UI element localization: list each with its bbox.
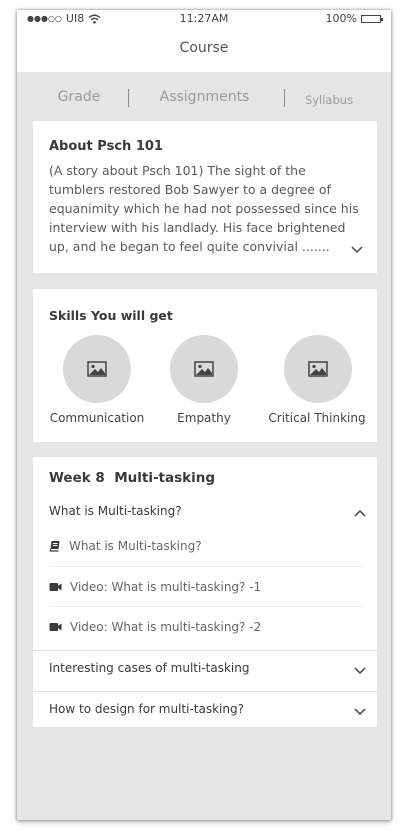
divider bbox=[33, 691, 377, 692]
chevron-down-icon[interactable] bbox=[350, 245, 364, 255]
skill-label: Empathy bbox=[177, 411, 231, 425]
battery-icon bbox=[361, 14, 383, 23]
lesson-item-video-1[interactable]: Video: What is multi-tasking? -1 bbox=[49, 566, 365, 606]
tab-divider bbox=[284, 89, 285, 107]
battery-percent: 100% bbox=[325, 12, 357, 25]
image-icon bbox=[87, 361, 107, 377]
skill-critical-thinking: Critical Thinking bbox=[257, 335, 377, 435]
phone-screen: ●●●○○ UI8 11:27AM 100% Course Grade Assi… bbox=[17, 10, 391, 820]
video-camera-icon bbox=[49, 582, 62, 591]
skill-image-placeholder bbox=[284, 335, 352, 403]
week-card: Week 8 Multi-tasking What is Multi-taski… bbox=[33, 457, 377, 727]
skill-label: Critical Thinking bbox=[268, 411, 366, 425]
skill-image-placeholder bbox=[63, 335, 131, 403]
lesson-item-reading[interactable]: What is Multi-tasking? bbox=[49, 526, 365, 566]
book-icon bbox=[49, 541, 60, 552]
skill-label: Communication bbox=[49, 411, 145, 425]
lesson-item-label: Video: What is multi-tasking? -1 bbox=[70, 579, 262, 594]
tab-syllabus[interactable]: Syllabus bbox=[299, 93, 359, 107]
tab-assignments[interactable]: Assignments bbox=[157, 89, 252, 105]
chevron-up-icon[interactable] bbox=[353, 508, 367, 518]
about-title: About Psch 101 bbox=[49, 139, 163, 154]
image-icon bbox=[308, 361, 328, 377]
top-bar: ●●●○○ UI8 11:27AM 100% Course bbox=[17, 10, 391, 72]
image-icon bbox=[194, 361, 214, 377]
tab-grade[interactable]: Grade bbox=[57, 89, 101, 105]
page-title: Course bbox=[179, 40, 229, 56]
lesson-header-what-is-multitasking[interactable]: What is Multi-tasking? bbox=[49, 504, 182, 518]
week-title: Week 8 Multi-tasking bbox=[49, 470, 216, 486]
about-description: (A story about Psch 101) The sight of th… bbox=[49, 163, 359, 254]
lesson-header-interesting-cases[interactable]: Interesting cases of multi-tasking bbox=[49, 661, 249, 675]
divider bbox=[33, 650, 377, 651]
status-right: 100% bbox=[325, 12, 383, 25]
skill-communication: Communication bbox=[37, 335, 157, 435]
video-camera-icon bbox=[49, 622, 62, 631]
chevron-down-icon[interactable] bbox=[353, 666, 367, 676]
lesson-item-video-2[interactable]: Video: What is multi-tasking? -2 bbox=[49, 606, 365, 646]
skill-empathy: Empathy bbox=[144, 335, 264, 435]
skill-image-placeholder bbox=[170, 335, 238, 403]
lesson-header-how-to-design[interactable]: How to design for multi-tasking? bbox=[49, 702, 244, 716]
chevron-down-icon[interactable] bbox=[353, 707, 367, 717]
lesson-item-label: What is Multi-tasking? bbox=[69, 539, 202, 553]
tab-divider bbox=[128, 89, 129, 107]
skills-title: Skills You will get bbox=[49, 308, 173, 323]
tab-bar: Grade Assignments Syllabus bbox=[17, 86, 391, 112]
about-card: About Psch 101 (A story about Psch 101) … bbox=[33, 121, 377, 273]
skills-card: Skills You will get Communication Empath… bbox=[33, 289, 377, 442]
lesson-item-label: Video: What is multi-tasking? -2 bbox=[70, 619, 262, 634]
